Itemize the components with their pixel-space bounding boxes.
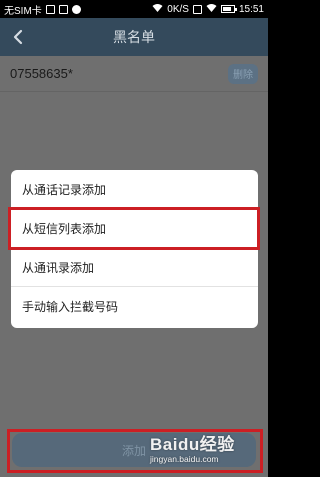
- wifi-signal-icon: [206, 3, 217, 15]
- option-from-call-log[interactable]: 从通话记录添加: [11, 170, 258, 209]
- back-button[interactable]: [6, 24, 30, 50]
- blocked-number: 07558635*: [10, 66, 73, 81]
- battery-icon: [220, 5, 237, 13]
- delete-button[interactable]: 删除: [228, 63, 258, 84]
- carrier-text: 无SIM卡: [4, 5, 42, 17]
- blacklist-row: 07558635* 删除: [0, 56, 268, 92]
- chevron-left-icon: [13, 29, 23, 45]
- option-from-sms-list[interactable]: 从短信列表添加: [11, 209, 258, 248]
- title-bar: 黑名单: [0, 18, 268, 56]
- page-title: 黑名单: [113, 29, 155, 45]
- network-speed: 0K/S: [167, 3, 189, 15]
- shield-icon: [58, 4, 68, 14]
- option-from-contacts[interactable]: 从通讯录添加: [11, 248, 258, 287]
- add-button[interactable]: 添加: [12, 433, 256, 467]
- wifi-icon: [152, 3, 163, 15]
- add-options-dialog: 从通话记录添加 从短信列表添加 从通讯录添加 手动输入拦截号码: [11, 170, 258, 328]
- app-notification-icon: [71, 4, 81, 14]
- image-notification-icon: [45, 4, 55, 14]
- nfc-icon: [192, 4, 202, 14]
- clock: 15:51: [238, 3, 264, 15]
- status-bar: 无SIM卡 0K/S 15:51: [0, 0, 268, 18]
- option-manual-input[interactable]: 手动输入拦截号码: [11, 287, 258, 326]
- battery-fill: [222, 7, 231, 11]
- add-button-label: 添加: [121, 443, 146, 458]
